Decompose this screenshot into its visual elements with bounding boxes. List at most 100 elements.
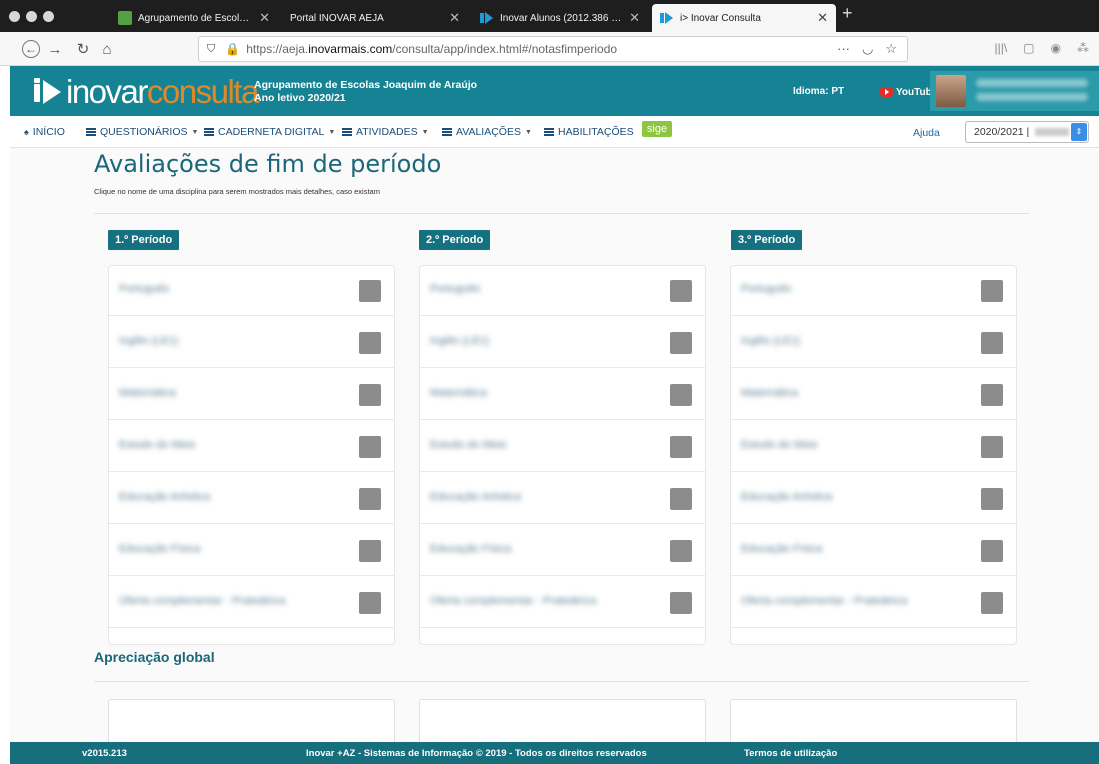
subject-row[interactable]: Português bbox=[420, 268, 706, 316]
grade-box bbox=[359, 436, 381, 458]
youtube-link[interactable]: YouTube bbox=[880, 85, 937, 99]
subject-row[interactable]: Estudo do Meio bbox=[109, 424, 395, 472]
subject-name[interactable]: Oferta complementar - Prateátrica bbox=[119, 595, 285, 607]
subject-name[interactable]: Oferta complementar - Prateátrica bbox=[430, 595, 596, 607]
language-indicator[interactable]: Idioma: PT bbox=[793, 86, 844, 97]
browser-tab-4-active[interactable]: i> Inovar Consulta ✕ bbox=[652, 4, 836, 32]
reload-icon[interactable]: ↻ bbox=[74, 40, 92, 58]
year-select-value: 2020/2021 | bbox=[974, 126, 1030, 138]
subject-row[interactable]: Português bbox=[109, 268, 395, 316]
extensions-icon[interactable]: ⁂ bbox=[1077, 41, 1089, 55]
subject-row[interactable]: Oferta complementar - Prateátrica bbox=[731, 580, 1017, 628]
maximize-window-button[interactable] bbox=[43, 11, 54, 22]
subject-name[interactable]: Educação Artística bbox=[119, 491, 210, 503]
subject-name[interactable]: Matemática bbox=[430, 387, 487, 399]
subject-row[interactable]: Estudo do Meio bbox=[731, 424, 1017, 472]
subject-row[interactable]: Matemática bbox=[731, 372, 1017, 420]
subject-name[interactable]: Estudo do Meio bbox=[430, 439, 506, 451]
subject-name[interactable]: Português bbox=[119, 283, 169, 295]
copyright-text: Inovar +AZ - Sistemas de Informação © 20… bbox=[306, 748, 647, 759]
address-bar[interactable]: ⛉ 🔒 https://aeja.inovarmais.com/consulta… bbox=[198, 36, 908, 62]
menu-habilitacoes[interactable]: HABILITAÇÕES bbox=[544, 126, 634, 138]
list-icon bbox=[442, 128, 452, 136]
shield-icon: ⛉ bbox=[207, 42, 216, 55]
subject-row[interactable]: Matemática bbox=[420, 372, 706, 420]
school-year-select[interactable]: 2020/2021 | ⇕ bbox=[965, 121, 1089, 143]
subject-row[interactable]: Educação Artística bbox=[420, 476, 706, 524]
browser-toolbar: ← → ↻ ⌂ ⛉ 🔒 https://aeja.inovarmais.com/… bbox=[0, 32, 1099, 66]
close-tab-icon[interactable]: ✕ bbox=[817, 10, 828, 26]
browser-tab-2[interactable]: Portal INOVAR AEJA ✕ bbox=[282, 4, 468, 32]
sige-button[interactable]: sige bbox=[642, 121, 672, 137]
subject-name[interactable]: Inglês (LE1) bbox=[119, 335, 178, 347]
subject-name[interactable]: Educação Física bbox=[741, 543, 822, 555]
menu-avaliacoes[interactable]: AVALIAÇÕES ▼ bbox=[442, 126, 532, 138]
subject-row[interactable]: Inglês (LE1) bbox=[420, 320, 706, 368]
subject-name[interactable]: Matemática bbox=[741, 387, 798, 399]
subject-name[interactable]: Matemática bbox=[119, 387, 176, 399]
menu-questionarios[interactable]: QUESTIONÁRIOS ▼ bbox=[86, 126, 198, 138]
close-tab-icon[interactable]: ✕ bbox=[629, 10, 640, 26]
more-actions-icon[interactable]: ··· bbox=[837, 41, 850, 57]
avatar bbox=[936, 75, 966, 107]
user-name-redacted bbox=[976, 79, 1088, 103]
caret-down-icon: ▼ bbox=[421, 128, 429, 136]
library-icon[interactable]: |||\ bbox=[994, 41, 1007, 55]
close-window-button[interactable] bbox=[9, 11, 20, 22]
subject-name[interactable]: Português bbox=[430, 283, 480, 295]
inovar-logo-icon[interactable] bbox=[34, 78, 66, 106]
subject-row[interactable]: Português bbox=[731, 268, 1017, 316]
subject-row[interactable]: Educação Física bbox=[731, 528, 1017, 576]
pocket-icon[interactable]: ◡ bbox=[862, 41, 873, 57]
subject-row[interactable]: Educação Física bbox=[420, 528, 706, 576]
close-tab-icon[interactable]: ✕ bbox=[449, 10, 460, 26]
back-arrow-icon[interactable]: ← bbox=[22, 40, 40, 58]
address-bar-actions: ··· ◡ ☆ bbox=[837, 41, 897, 57]
minimize-window-button[interactable] bbox=[26, 11, 37, 22]
tab-title: Inovar Alunos (2012.386 r1018 bbox=[500, 12, 623, 24]
subject-name[interactable]: Estudo do Meio bbox=[741, 439, 817, 451]
menu-atividades[interactable]: ATIVIDADES ▼ bbox=[342, 126, 429, 138]
menu-caderneta-digital[interactable]: CADERNETA DIGITAL ▼ bbox=[204, 126, 335, 138]
grade-box bbox=[359, 332, 381, 354]
account-icon[interactable]: ◉ bbox=[1051, 41, 1061, 55]
grade-box bbox=[670, 488, 692, 510]
subject-name[interactable]: Educação Artística bbox=[741, 491, 832, 503]
browser-tab-3[interactable]: Inovar Alunos (2012.386 r1018 ✕ bbox=[472, 4, 648, 32]
new-tab-icon[interactable]: + bbox=[842, 3, 853, 24]
subject-name[interactable]: Educação Física bbox=[430, 543, 511, 555]
subject-row[interactable]: Educação Artística bbox=[109, 476, 395, 524]
help-link[interactable]: Ajuda bbox=[913, 127, 940, 139]
subject-name[interactable]: Inglês (LE1) bbox=[741, 335, 800, 347]
terms-link[interactable]: Termos de utilização bbox=[744, 748, 837, 759]
subject-name[interactable]: Educação Física bbox=[119, 543, 200, 555]
subject-row[interactable]: Oferta complementar - Prateátrica bbox=[109, 580, 395, 628]
user-profile[interactable] bbox=[930, 71, 1099, 111]
period-2-grades-card: Português Inglês (LE1) Matemática Estudo do… bbox=[419, 265, 706, 645]
menu-home[interactable]: ♠ INÍCIO bbox=[24, 126, 65, 138]
subject-name[interactable]: Educação Artística bbox=[430, 491, 521, 503]
close-tab-icon[interactable]: ✕ bbox=[259, 10, 270, 26]
subject-row[interactable]: Educação Física bbox=[109, 528, 395, 576]
subject-row[interactable]: Matemática bbox=[109, 372, 395, 420]
subject-name[interactable]: Português bbox=[741, 283, 791, 295]
school-name: Agrupamento de Escolas Joaquim de Araújo bbox=[254, 79, 478, 91]
forward-arrow-icon[interactable]: → bbox=[46, 40, 64, 58]
subject-name[interactable]: Estudo do Meio bbox=[119, 439, 195, 451]
subject-row[interactable]: Oferta complementar - Prateátrica bbox=[420, 580, 706, 628]
subject-name[interactable]: Inglês (LE1) bbox=[430, 335, 489, 347]
home-icon[interactable]: ⌂ bbox=[98, 40, 116, 58]
grade-box bbox=[981, 540, 1003, 562]
subject-row[interactable]: Educação Artística bbox=[731, 476, 1017, 524]
subject-name[interactable]: Oferta complementar - Prateátrica bbox=[741, 595, 907, 607]
app-logo[interactable]: inovarconsulta bbox=[66, 72, 259, 112]
menu-label: AVALIAÇÕES bbox=[456, 126, 521, 138]
browser-tab-1[interactable]: Agrupamento de Escolas Joaqu ✕ bbox=[110, 4, 278, 32]
menu-label: QUESTIONÁRIOS bbox=[100, 126, 188, 138]
subject-row[interactable]: Inglês (LE1) bbox=[731, 320, 1017, 368]
bookmark-star-icon[interactable]: ☆ bbox=[885, 41, 897, 57]
subject-row[interactable]: Estudo do Meio bbox=[420, 424, 706, 472]
caret-down-icon: ▼ bbox=[524, 128, 532, 136]
subject-row[interactable]: Inglês (LE1) bbox=[109, 320, 395, 368]
sidebar-icon[interactable]: ▢ bbox=[1023, 41, 1034, 55]
